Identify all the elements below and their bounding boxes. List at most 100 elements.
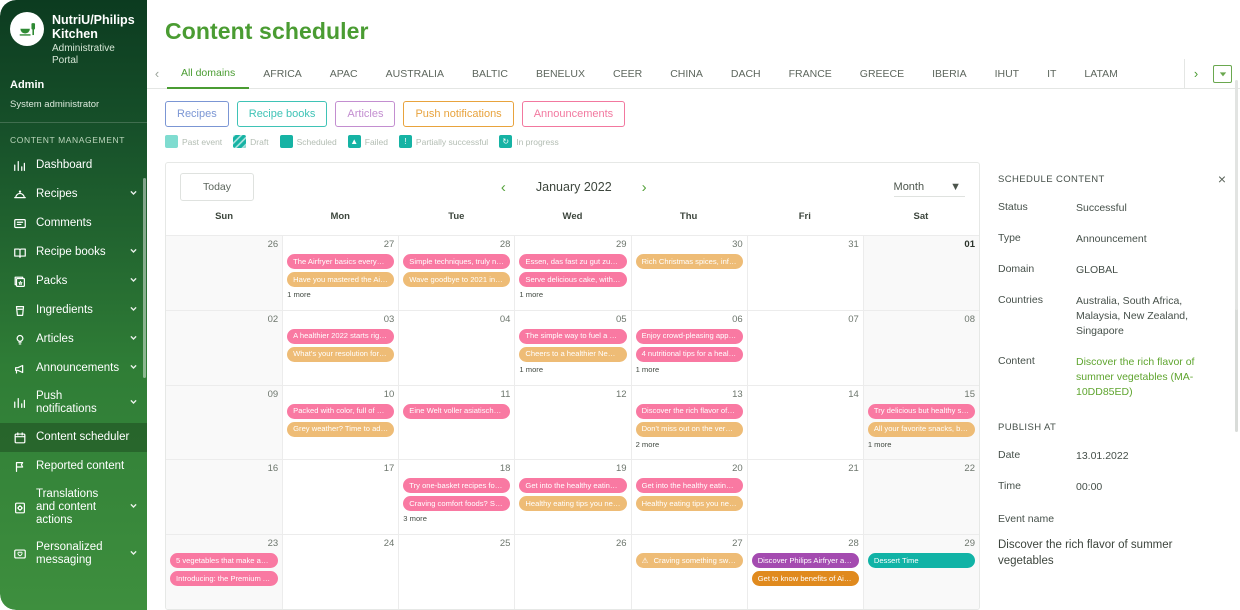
- tab-africa[interactable]: AFRICA: [249, 59, 316, 89]
- calendar-day-cell[interactable]: 06 Enjoy crowd-pleasing appet... 4 nutriti…: [630, 310, 747, 385]
- filter-chip-push-notifications[interactable]: Push notifications: [403, 101, 514, 127]
- calendar-day-cell[interactable]: 31: [746, 236, 863, 310]
- calendar-event[interactable]: A healthier 2022 starts right ...: [287, 328, 395, 344]
- tab-baltic[interactable]: BALTIC: [458, 59, 522, 89]
- chevron-down-icon[interactable]: [129, 188, 139, 201]
- main-scrollbar[interactable]: [1235, 80, 1238, 310]
- calendar-day-cell[interactable]: 22: [862, 460, 979, 535]
- tab-iberia[interactable]: IBERIA: [918, 59, 980, 89]
- calendar-event[interactable]: Get into the healthy eating h...: [635, 478, 743, 494]
- chevron-down-icon[interactable]: [129, 362, 139, 375]
- next-month-button[interactable]: ›: [642, 180, 647, 195]
- calendar-event[interactable]: Don't miss out on the very b...: [635, 421, 743, 437]
- calendar-event[interactable]: Try delicious but healthy sna...: [867, 403, 975, 419]
- calendar-day-cell[interactable]: 17: [282, 460, 398, 535]
- calendar-event[interactable]: Introducing: the Premium Ai...: [170, 571, 279, 587]
- calendar-day-cell[interactable]: 14: [746, 385, 863, 460]
- calendar-event[interactable]: Packed with color, full of nut...: [287, 403, 395, 419]
- chevron-down-icon[interactable]: [129, 246, 139, 259]
- today-button[interactable]: Today: [180, 173, 255, 201]
- sidebar-scrollbar[interactable]: [143, 178, 146, 378]
- calendar-event[interactable]: Rich Christmas spices, infus...: [635, 254, 743, 269]
- chevron-down-icon[interactable]: [129, 548, 139, 561]
- more-events-link[interactable]: 1 more: [519, 365, 626, 374]
- calendar-day-cell[interactable]: 02: [166, 310, 283, 385]
- calendar-event[interactable]: All your favorite snacks, but ...: [867, 421, 975, 437]
- calendar-day-cell[interactable]: 27 The Airfryer basics everyone... Have yo…: [282, 236, 398, 310]
- more-events-link[interactable]: 2 more: [636, 440, 743, 449]
- calendar-event[interactable]: Simple techniques, truly nex...: [403, 254, 511, 269]
- calendar-event[interactable]: Cheers to a healthier New Y...: [519, 346, 627, 362]
- calendar-event[interactable]: Craving comfort foods? Swit...: [403, 496, 511, 512]
- calendar-day-cell[interactable]: 16: [166, 460, 283, 535]
- panel-row-value[interactable]: Discover the rich flavor of summer veget…: [1076, 355, 1226, 400]
- calendar-day-cell[interactable]: 26: [514, 535, 630, 609]
- sidebar-item-dashboard[interactable]: Dashboard: [0, 151, 147, 180]
- calendar-day-cell[interactable]: 20 Get into the healthy eating h... Health…: [630, 460, 747, 535]
- more-events-link[interactable]: 1 more: [868, 440, 975, 449]
- tab-it[interactable]: IT: [1033, 59, 1070, 89]
- calendar-day-cell[interactable]: 19 Get into the healthy eating h... Health…: [514, 460, 630, 535]
- calendar-day-cell[interactable]: 09: [166, 385, 283, 460]
- sidebar-item-comments[interactable]: Comments: [0, 209, 147, 238]
- close-icon[interactable]: ×: [1218, 172, 1226, 186]
- view-select[interactable]: Month ▼: [893, 178, 965, 197]
- calendar-day-cell[interactable]: 03 A healthier 2022 starts right ... What'…: [282, 310, 398, 385]
- sidebar-item-personalized-messaging[interactable]: Personalized messaging: [0, 534, 147, 574]
- chevron-down-icon[interactable]: [129, 333, 139, 346]
- calendar-event[interactable]: Get to know benefits of Air S...: [751, 571, 859, 587]
- sidebar-item-reported-content[interactable]: Reported content: [0, 452, 147, 481]
- more-events-link[interactable]: 1 more: [636, 365, 743, 374]
- calendar-day-cell[interactable]: 23 5 vegetables that make awe... Introduci…: [166, 535, 283, 609]
- calendar-day-cell[interactable]: 05 The simple way to fuel a hea... Cheers …: [514, 310, 630, 385]
- more-events-link[interactable]: 3 more: [403, 514, 510, 523]
- calendar-event[interactable]: Healthy eating tips you nee...: [635, 496, 743, 512]
- calendar-event[interactable]: Serve delicious cake, with a ...: [519, 272, 627, 287]
- chevron-down-icon[interactable]: [129, 397, 139, 410]
- calendar-day-cell[interactable]: 08: [862, 310, 979, 385]
- sidebar-item-packs[interactable]: Packs: [0, 267, 147, 296]
- tab-latam[interactable]: LATAM: [1070, 59, 1131, 89]
- calendar-event[interactable]: 5 vegetables that make awe...: [170, 553, 279, 569]
- sidebar-item-translations-and-content-actions[interactable]: Translations and content actions: [0, 481, 147, 534]
- sidebar-item-recipe-books[interactable]: Recipe books: [0, 238, 147, 267]
- calendar-day-cell[interactable]: 30 Rich Christmas spices, infus...: [630, 236, 747, 310]
- tabs-next-button[interactable]: ›: [1185, 66, 1207, 81]
- calendar-event[interactable]: The simple way to fuel a hea...: [519, 328, 627, 344]
- calendar-event[interactable]: ⚠ Craving something swee...: [635, 553, 743, 569]
- tab-ceer[interactable]: CEER: [599, 59, 656, 89]
- more-events-link[interactable]: 1 more: [519, 290, 626, 299]
- calendar-day-cell[interactable]: 24: [282, 535, 398, 609]
- calendar-event[interactable]: Get into the healthy eating h...: [519, 478, 627, 494]
- chevron-down-icon[interactable]: [129, 501, 139, 514]
- tabs-dropdown-button[interactable]: [1213, 64, 1232, 83]
- calendar-day-cell[interactable]: 10 Packed with color, full of nut... Grey …: [282, 385, 398, 460]
- calendar-event[interactable]: Essen, das fast zu gut zum E...: [519, 254, 627, 269]
- calendar-event[interactable]: Try one-basket recipes for e...: [403, 478, 511, 494]
- calendar-event[interactable]: Discover the rich flavor of su...: [635, 403, 743, 419]
- calendar-event[interactable]: Enjoy crowd-pleasing appet...: [635, 328, 743, 344]
- calendar-day-cell[interactable]: 27 ⚠ Craving something swee...: [630, 535, 747, 609]
- calendar-event[interactable]: Eine Welt voller asiatischer ...: [403, 403, 511, 419]
- tab-australia[interactable]: AUSTRALIA: [372, 59, 458, 89]
- tab-greece[interactable]: GREECE: [846, 59, 918, 89]
- calendar-day-cell[interactable]: 07: [746, 310, 863, 385]
- calendar-day-cell[interactable]: 11 Eine Welt voller asiatischer ...: [398, 385, 514, 460]
- chevron-down-icon[interactable]: [129, 275, 139, 288]
- calendar-event[interactable]: Wave goodbye to 2021 in st...: [403, 272, 511, 287]
- calendar-event[interactable]: Grey weather? Time to add ...: [287, 421, 395, 437]
- calendar-day-cell[interactable]: 29 Dessert Time: [862, 535, 979, 609]
- calendar-event[interactable]: Have you mastered the Airfr...: [287, 272, 395, 287]
- calendar-day-cell[interactable]: 13 Discover the rich flavor of su... Don't…: [630, 385, 747, 460]
- calendar-event[interactable]: What's your resolution for 2...: [287, 346, 395, 362]
- calendar-day-cell[interactable]: 28 Discover Philips Airfryer acc... Get to…: [746, 535, 863, 609]
- calendar-event[interactable]: Discover Philips Airfryer acc...: [751, 553, 859, 569]
- calendar-event[interactable]: 4 nutritional tips for a health...: [635, 346, 743, 362]
- calendar-day-cell[interactable]: 21: [746, 460, 863, 535]
- chevron-down-icon[interactable]: [129, 304, 139, 317]
- tab-apac[interactable]: APAC: [316, 59, 372, 89]
- calendar-day-cell[interactable]: 28 Simple techniques, truly nex... Wave go…: [398, 236, 514, 310]
- calendar-event[interactable]: Healthy eating tips you nee...: [519, 496, 627, 512]
- filter-chip-announcements[interactable]: Announcements: [521, 101, 626, 127]
- calendar-day-cell[interactable]: 01: [862, 236, 979, 310]
